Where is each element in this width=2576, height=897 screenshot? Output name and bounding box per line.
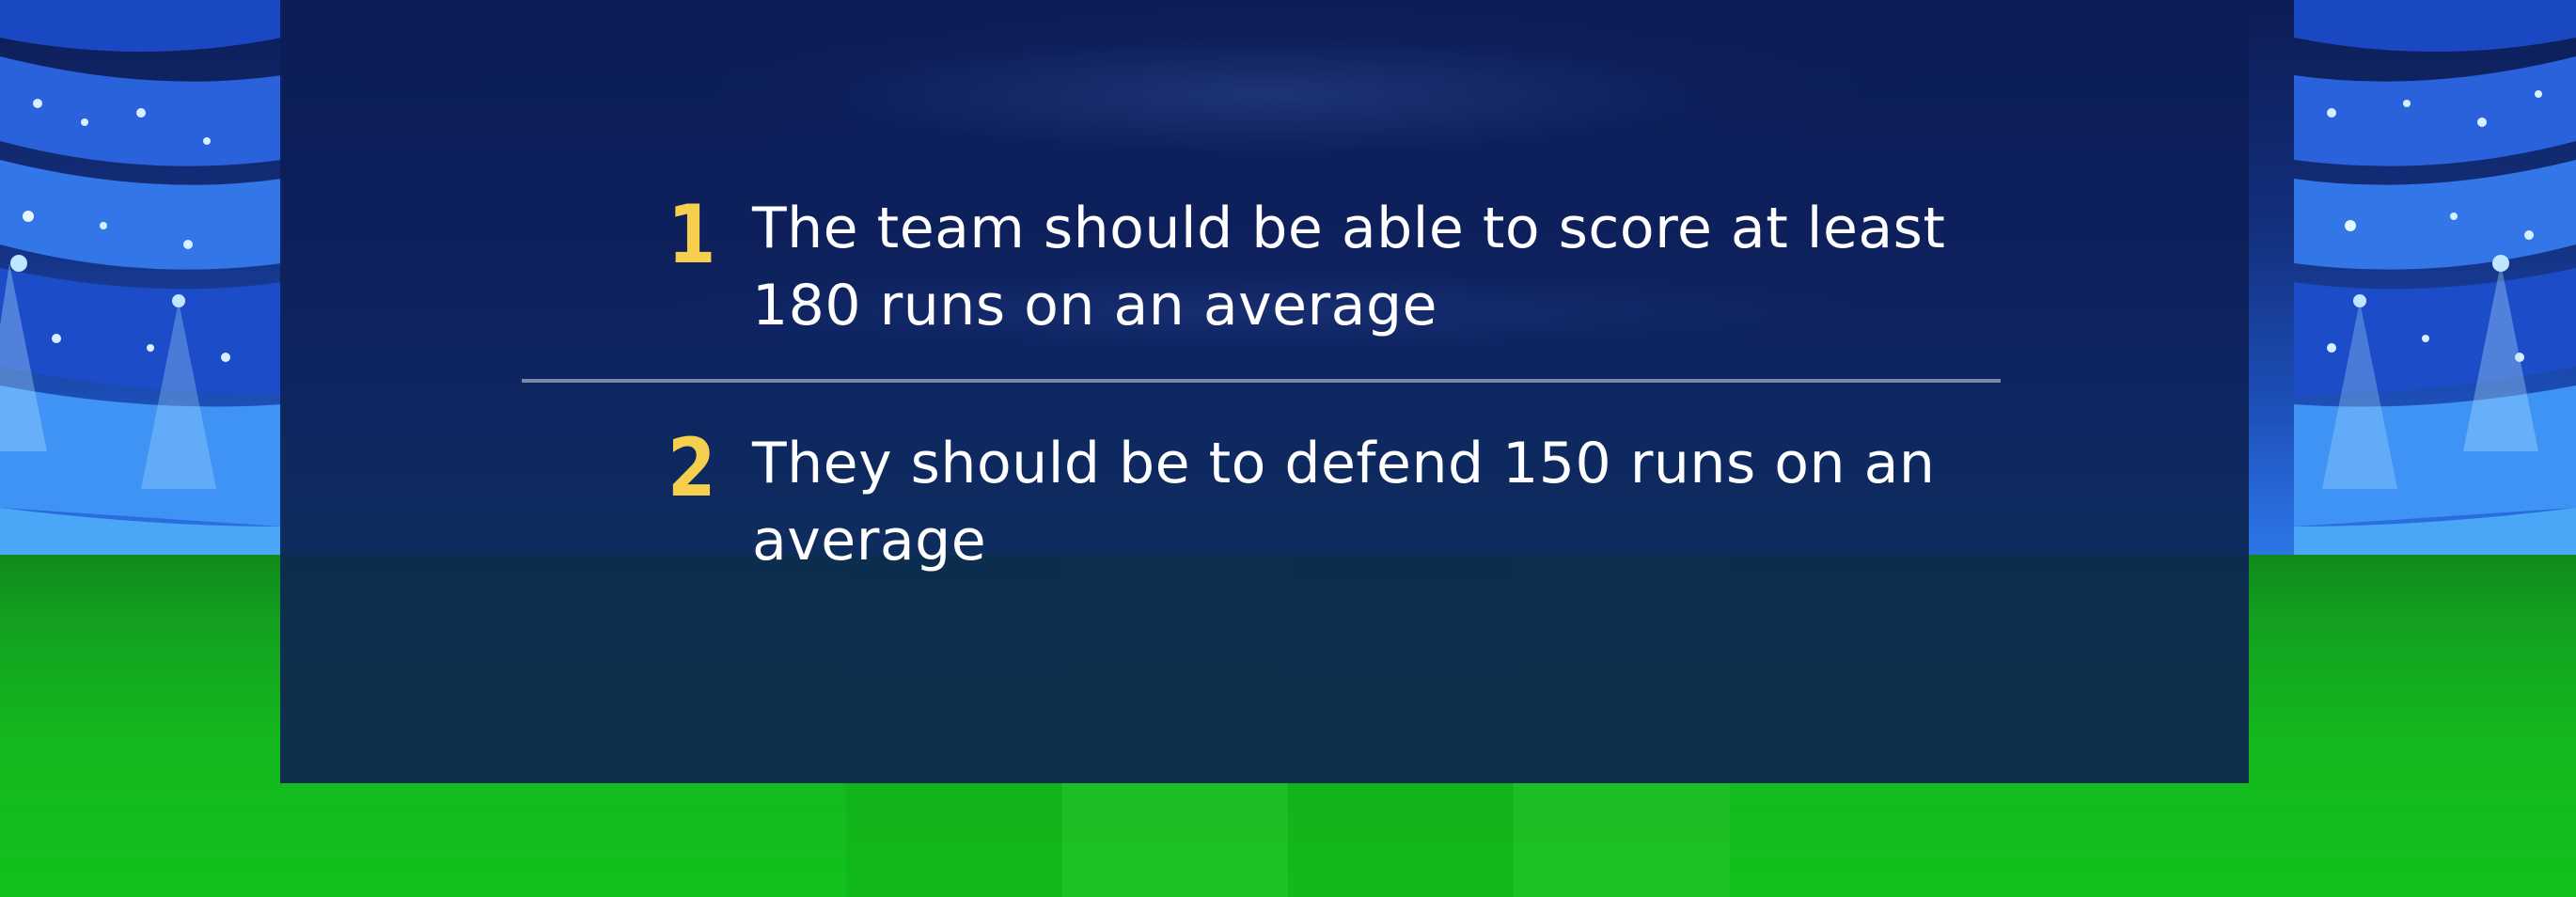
item-number: 1 — [668, 188, 715, 282]
item-number: 2 — [668, 421, 715, 515]
content-panel — [280, 0, 2249, 783]
item-text: They should be to defend 150 runs on an … — [752, 431, 1936, 574]
list-item: 1 The team should be able to score at le… — [668, 190, 2040, 344]
list-item: 2 They should be to defend 150 runs on a… — [668, 425, 2040, 579]
item-text: The team should be able to score at leas… — [752, 196, 1946, 338]
divider — [522, 379, 2001, 383]
